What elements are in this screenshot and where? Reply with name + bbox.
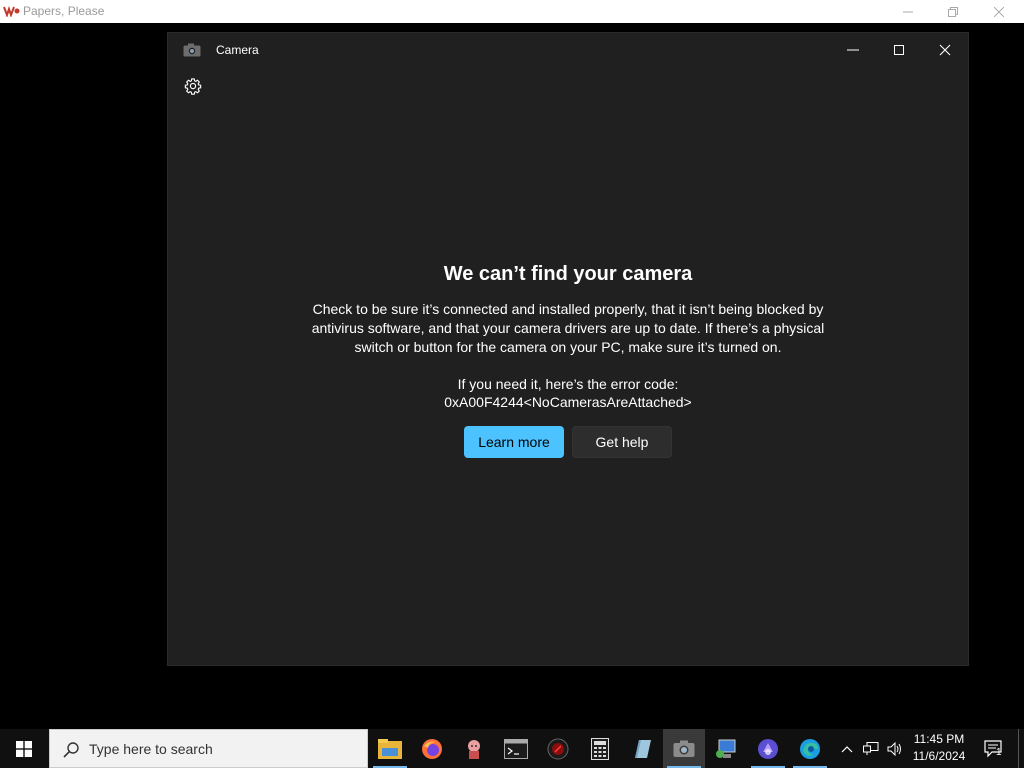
notes-app-icon xyxy=(635,739,651,758)
maximize-icon xyxy=(894,45,904,55)
outer-restore-button[interactable] xyxy=(930,0,976,23)
notification-count: 1 xyxy=(996,747,1002,758)
taskbar-search-box[interactable]: Type here to search xyxy=(49,729,368,768)
camera-window: Camera We can’t find your camera Check t… xyxy=(167,32,969,666)
close-icon xyxy=(939,44,951,56)
camera-icon xyxy=(673,740,695,757)
taskbar-file-explorer[interactable] xyxy=(369,729,411,768)
taskbar: Type here to search 11:45 PM 11/6/2024 1 xyxy=(0,729,1024,768)
firefox-icon xyxy=(422,738,442,759)
edge-icon xyxy=(800,738,820,759)
error-code-label: If you need it, here’s the error code: xyxy=(457,376,679,392)
papers-please-app-icon xyxy=(3,5,20,17)
taskbar-notes-app[interactable] xyxy=(621,729,663,768)
taskbar-network-app[interactable] xyxy=(705,729,747,768)
notification-center-button[interactable]: 1 xyxy=(980,729,1008,768)
camera-window-title: Camera xyxy=(216,43,259,57)
taskbar-clipchamp[interactable] xyxy=(747,729,789,768)
error-description: Check to be sure it’s connected and inst… xyxy=(311,301,825,355)
close-icon xyxy=(994,6,1004,17)
gear-icon xyxy=(184,78,202,95)
settings-button[interactable] xyxy=(182,75,204,97)
network-app-icon xyxy=(716,739,736,758)
tray-network-button[interactable] xyxy=(860,729,882,768)
search-placeholder: Type here to search xyxy=(89,741,213,757)
clipchamp-icon xyxy=(758,738,778,759)
volume-icon xyxy=(887,741,901,756)
clock-date: 11/6/2024 xyxy=(912,749,966,763)
outer-window-titlebar[interactable]: Papers, Please xyxy=(0,0,1024,23)
minimize-icon xyxy=(903,11,913,12)
file-explorer-icon xyxy=(378,738,402,759)
taskbar-calculator[interactable] xyxy=(579,729,621,768)
taskbar-terminal[interactable] xyxy=(495,729,537,768)
camera-app-icon xyxy=(183,43,201,57)
start-button[interactable] xyxy=(0,729,48,768)
camera-minimize-button[interactable] xyxy=(830,33,876,67)
outer-minimize-button[interactable] xyxy=(885,0,931,23)
calculator-icon xyxy=(591,737,609,760)
game-character-icon xyxy=(468,739,480,759)
taskbar-game-character-app[interactable] xyxy=(453,729,495,768)
taskbar-camera[interactable] xyxy=(663,729,705,768)
camera-maximize-button[interactable] xyxy=(876,33,922,67)
show-desktop-button[interactable] xyxy=(1018,729,1024,768)
camera-titlebar[interactable]: Camera xyxy=(168,33,968,67)
taskbar-record-app[interactable] xyxy=(537,729,579,768)
record-app-icon xyxy=(547,738,569,759)
error-heading: We can’t find your camera xyxy=(443,263,693,285)
get-help-button[interactable]: Get help xyxy=(572,426,672,458)
tray-volume-button[interactable] xyxy=(884,729,906,768)
windows-logo-icon xyxy=(16,740,32,757)
outer-window-title: Papers, Please xyxy=(23,4,105,18)
taskbar-edge[interactable] xyxy=(789,729,831,768)
camera-close-button[interactable] xyxy=(922,33,968,67)
error-code: 0xA00F4244<NoCamerasAreAttached> xyxy=(444,394,692,410)
restore-icon xyxy=(948,6,958,17)
clock-time: 11:45 PM xyxy=(913,732,965,746)
outer-close-button[interactable] xyxy=(976,0,1022,23)
tray-overflow-button[interactable] xyxy=(838,729,856,768)
error-content: We can’t find your camera Check to be su… xyxy=(168,263,968,458)
minimize-icon xyxy=(847,49,859,51)
taskbar-firefox[interactable] xyxy=(411,729,453,768)
action-buttons: Learn more Get help xyxy=(168,426,968,458)
network-icon xyxy=(863,741,879,755)
learn-more-button[interactable]: Learn more xyxy=(464,426,564,458)
search-icon xyxy=(63,742,79,758)
taskbar-clock[interactable]: 11:45 PM 11/6/2024 xyxy=(906,731,972,765)
chevron-up-icon xyxy=(841,745,853,752)
terminal-icon xyxy=(504,738,528,759)
